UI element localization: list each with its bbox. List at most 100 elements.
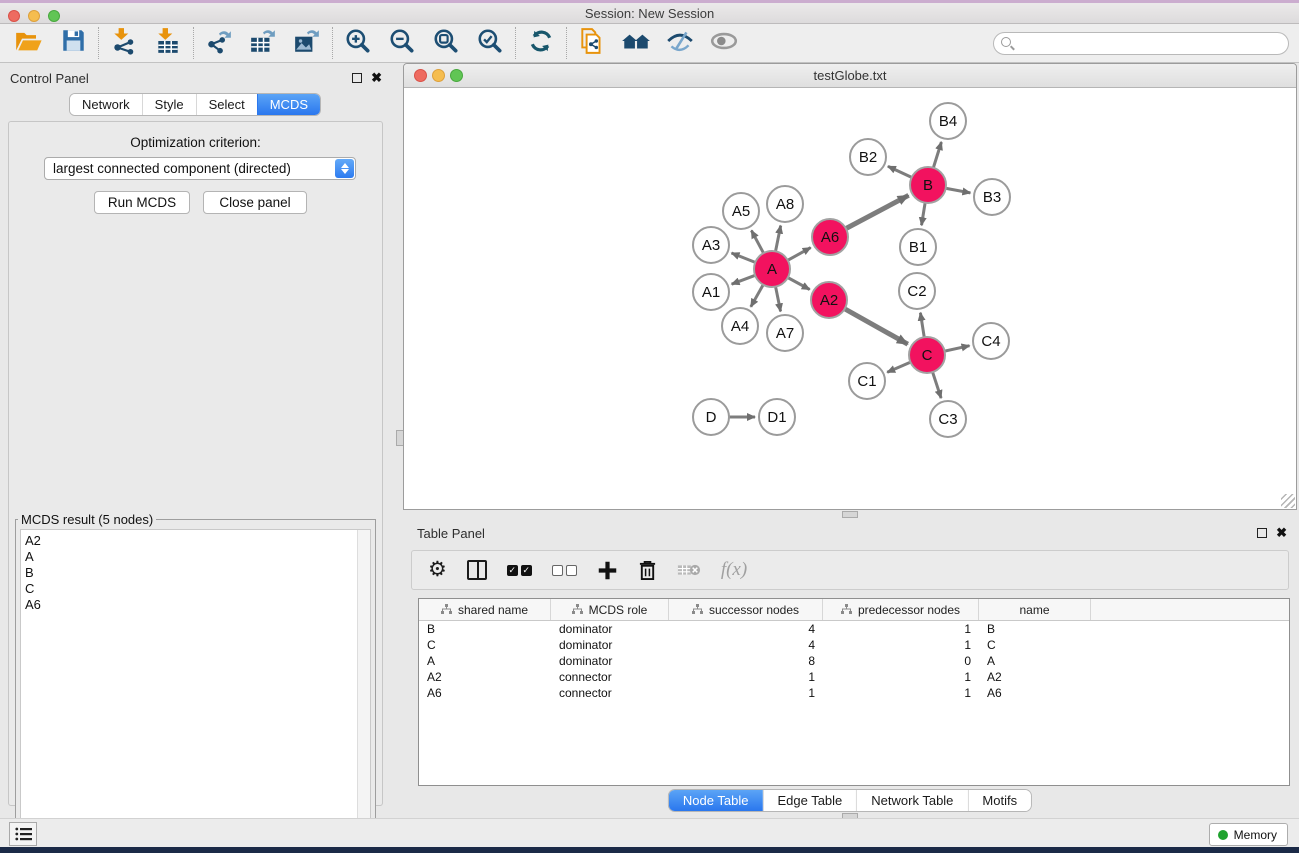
toolbar-separator bbox=[193, 27, 194, 59]
close-panel-button[interactable]: Close panel bbox=[203, 191, 307, 214]
zoom-selected-button[interactable] bbox=[471, 27, 509, 59]
list-item[interactable]: A6 bbox=[25, 597, 370, 613]
list-icon bbox=[15, 827, 32, 841]
toolbar-separator bbox=[566, 27, 567, 59]
tab-node-table[interactable]: Node Table bbox=[669, 790, 763, 811]
graph-node[interactable]: C2 bbox=[898, 272, 936, 310]
node-table[interactable]: shared name MCDS role successor nodes pr… bbox=[418, 598, 1290, 786]
save-session-icon bbox=[61, 28, 86, 58]
graph-node[interactable]: D bbox=[692, 398, 730, 436]
export-network-button[interactable] bbox=[200, 27, 238, 59]
graph-node[interactable]: C4 bbox=[972, 322, 1010, 360]
graph-node[interactable]: B1 bbox=[899, 228, 937, 266]
control-panel: Control Panel ✖ Network Style Select MCD… bbox=[0, 63, 390, 812]
control-panel-title: Control Panel bbox=[10, 71, 89, 86]
table-row[interactable]: A2 connector 1 1 A2 bbox=[419, 669, 1289, 685]
zoom-in-button[interactable] bbox=[339, 27, 377, 59]
delete-table-button[interactable] bbox=[638, 560, 657, 581]
hierarchy-icon bbox=[572, 604, 583, 615]
float-panel-icon[interactable] bbox=[352, 73, 362, 83]
add-column-button[interactable] bbox=[597, 560, 618, 581]
network-canvas[interactable]: A5 A8 A3 A1 A4 A7 A A6 A2 B B2 B4 B3 B1 … bbox=[404, 88, 1296, 509]
deselect-all-rows-button[interactable] bbox=[552, 565, 577, 576]
column-header-name[interactable]: name bbox=[979, 599, 1091, 620]
network-window-titlebar[interactable]: testGlobe.txt bbox=[404, 64, 1296, 88]
graph-node[interactable]: B4 bbox=[929, 102, 967, 140]
table-settings-button[interactable]: ⚙ bbox=[428, 560, 447, 580]
table-row[interactable]: A dominator 8 0 A bbox=[419, 653, 1289, 669]
show-panels-button[interactable] bbox=[9, 822, 37, 846]
open-session-button[interactable] bbox=[10, 27, 48, 59]
duplicate-network-button[interactable] bbox=[573, 27, 611, 59]
import-network-button[interactable] bbox=[105, 27, 143, 59]
criterion-select[interactable]: largest connected component (directed) bbox=[44, 157, 356, 180]
eye-icon bbox=[709, 29, 739, 58]
delete-column-button[interactable] bbox=[677, 561, 701, 579]
mcds-result-list[interactable]: A2 A B C A6 bbox=[20, 529, 371, 849]
checked-box-icon: ✓ bbox=[521, 565, 532, 576]
function-builder-button[interactable]: f(x) bbox=[721, 559, 747, 581]
list-item[interactable]: A bbox=[25, 549, 370, 565]
table-row[interactable]: C dominator 4 1 C bbox=[419, 637, 1289, 653]
select-all-rows-button[interactable]: ✓✓ bbox=[507, 565, 532, 576]
graph-node[interactable]: A3 bbox=[692, 226, 730, 264]
graph-node-mcds[interactable]: A6 bbox=[811, 218, 849, 256]
graph-node-mcds[interactable]: A2 bbox=[810, 281, 848, 319]
refresh-layout-button[interactable] bbox=[522, 27, 560, 59]
graph-node[interactable]: A5 bbox=[722, 192, 760, 230]
column-header-shared-name[interactable]: shared name bbox=[419, 599, 551, 620]
save-session-button[interactable] bbox=[54, 27, 92, 59]
memory-label: Memory bbox=[1234, 828, 1277, 842]
tab-mcds[interactable]: MCDS bbox=[257, 94, 320, 115]
resize-grip[interactable] bbox=[1281, 494, 1295, 508]
graph-node[interactable]: B2 bbox=[849, 138, 887, 176]
table-row[interactable]: B dominator 4 1 B bbox=[419, 621, 1289, 637]
close-panel-icon[interactable]: ✖ bbox=[1276, 527, 1287, 538]
memory-button[interactable]: Memory bbox=[1209, 823, 1288, 846]
graph-node[interactable]: C3 bbox=[929, 400, 967, 438]
graph-node[interactable]: D1 bbox=[758, 398, 796, 436]
tab-network-table[interactable]: Network Table bbox=[856, 790, 967, 811]
graph-node[interactable]: A1 bbox=[692, 273, 730, 311]
column-header-filler bbox=[1091, 599, 1289, 620]
graph-node[interactable]: A8 bbox=[766, 185, 804, 223]
list-item[interactable]: B bbox=[25, 565, 370, 581]
scrollbar-track[interactable] bbox=[357, 530, 370, 848]
graph-node[interactable]: A7 bbox=[766, 314, 804, 352]
splitter-handle[interactable] bbox=[842, 511, 858, 518]
import-table-icon bbox=[154, 27, 182, 60]
graph-node[interactable]: C1 bbox=[848, 362, 886, 400]
close-panel-icon[interactable]: ✖ bbox=[371, 72, 382, 83]
run-mcds-button[interactable]: Run MCDS bbox=[94, 191, 190, 214]
table-row[interactable]: A6 connector 1 1 A6 bbox=[419, 685, 1289, 701]
graph-node-mcds[interactable]: A bbox=[753, 250, 791, 288]
tab-style[interactable]: Style bbox=[142, 94, 196, 115]
list-item[interactable]: A2 bbox=[25, 533, 370, 549]
export-image-button[interactable] bbox=[288, 27, 326, 59]
export-table-button[interactable] bbox=[244, 27, 282, 59]
tab-network[interactable]: Network bbox=[70, 94, 142, 115]
hide-panel-button[interactable] bbox=[661, 27, 699, 59]
graph-node[interactable]: A4 bbox=[721, 307, 759, 345]
tab-edge-table[interactable]: Edge Table bbox=[762, 790, 856, 811]
graph-node-mcds[interactable]: B bbox=[909, 166, 947, 204]
tab-motifs[interactable]: Motifs bbox=[967, 790, 1031, 811]
memory-status-icon bbox=[1218, 830, 1228, 840]
show-all-windows-button[interactable] bbox=[617, 27, 655, 59]
list-item[interactable]: C bbox=[25, 581, 370, 597]
search-icon bbox=[1001, 37, 1011, 47]
unchecked-box-icon bbox=[566, 565, 577, 576]
column-visibility-button[interactable] bbox=[467, 560, 487, 580]
tab-select[interactable]: Select bbox=[196, 94, 257, 115]
eye-button[interactable] bbox=[705, 27, 743, 59]
graph-node-mcds[interactable]: C bbox=[908, 336, 946, 374]
zoom-fit-button[interactable] bbox=[427, 27, 465, 59]
import-table-button[interactable] bbox=[149, 27, 187, 59]
column-header-successor-nodes[interactable]: successor nodes bbox=[669, 599, 823, 620]
search-input[interactable] bbox=[993, 32, 1289, 55]
column-header-mcds-role[interactable]: MCDS role bbox=[551, 599, 669, 620]
graph-node[interactable]: B3 bbox=[973, 178, 1011, 216]
column-header-predecessor-nodes[interactable]: predecessor nodes bbox=[823, 599, 979, 620]
zoom-out-button[interactable] bbox=[383, 27, 421, 59]
float-panel-icon[interactable] bbox=[1257, 528, 1267, 538]
